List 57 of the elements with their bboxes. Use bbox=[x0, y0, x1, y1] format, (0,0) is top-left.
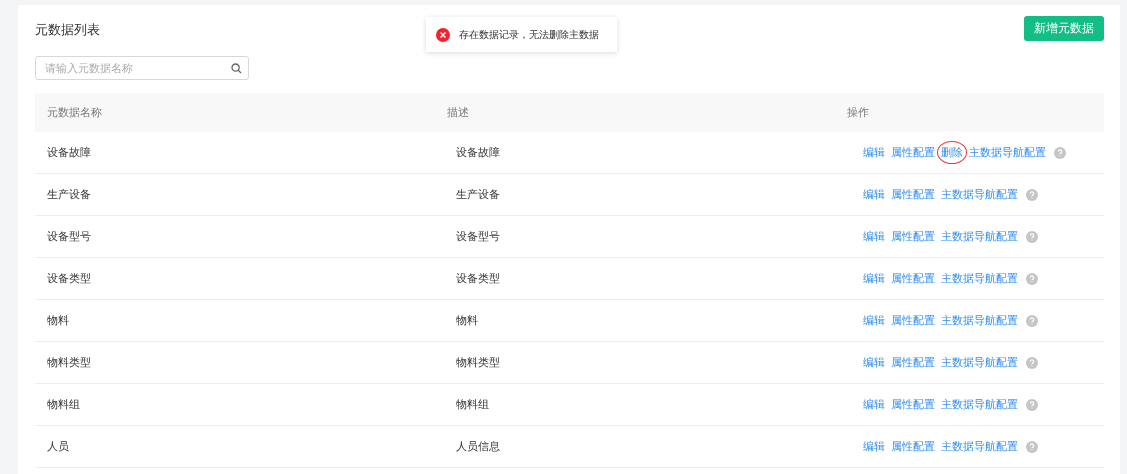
action-link[interactable]: 主数据导航配置 bbox=[941, 229, 1018, 244]
action-link[interactable]: 编辑 bbox=[863, 145, 885, 160]
action-link[interactable]: 编辑 bbox=[863, 229, 885, 244]
table-cell-text: 物料组 bbox=[46, 397, 81, 412]
action-link[interactable]: 属性配置 bbox=[891, 271, 935, 286]
table-cell-text: 设备故障 bbox=[455, 145, 501, 160]
action-link[interactable]: 主数据导航配置 bbox=[941, 187, 1018, 202]
action-link[interactable]: 编辑 bbox=[863, 439, 885, 454]
action-link[interactable]: 编辑 bbox=[863, 397, 885, 412]
table-cell-text: 生产设备 bbox=[46, 187, 92, 202]
action-link[interactable]: 属性配置 bbox=[891, 439, 935, 454]
search-icon[interactable] bbox=[231, 62, 242, 74]
action-link[interactable]: 编辑 bbox=[863, 355, 885, 370]
table-cell-text: 设备型号 bbox=[46, 229, 92, 244]
toast-message: 存在数据记录，无法删除主数据 bbox=[459, 27, 599, 42]
action-link[interactable]: 主数据导航配置 bbox=[941, 355, 1018, 370]
action-link[interactable]: 属性配置 bbox=[891, 145, 935, 160]
help-icon[interactable] bbox=[1054, 146, 1066, 159]
action-link[interactable]: 编辑 bbox=[863, 313, 885, 328]
table-cell-text: 人员信息 bbox=[455, 439, 501, 454]
table-cell-text: 物料组 bbox=[455, 397, 490, 412]
column-header: 元数据名称 bbox=[46, 105, 103, 120]
action-link[interactable]: 属性配置 bbox=[891, 355, 935, 370]
action-link[interactable]: 编辑 bbox=[863, 187, 885, 202]
help-icon[interactable] bbox=[1026, 230, 1038, 243]
action-link[interactable]: 编辑 bbox=[863, 271, 885, 286]
table-cell-text: 设备类型 bbox=[46, 271, 92, 286]
table-cell-text: 设备类型 bbox=[455, 271, 501, 286]
search-field[interactable]: 请输入元数据名称 bbox=[35, 56, 249, 80]
help-icon[interactable] bbox=[1026, 314, 1038, 327]
column-header: 操作 bbox=[846, 105, 869, 120]
action-link[interactable]: 属性配置 bbox=[891, 397, 935, 412]
help-icon[interactable] bbox=[1026, 440, 1038, 453]
action-link[interactable]: 主数据导航配置 bbox=[941, 439, 1018, 454]
add-button[interactable]: 新增元数据 bbox=[1024, 16, 1104, 41]
error-icon bbox=[436, 27, 450, 42]
table-cell-text: 人员 bbox=[46, 439, 70, 454]
help-icon[interactable] bbox=[1026, 356, 1038, 369]
action-link[interactable]: 主数据导航配置 bbox=[969, 145, 1046, 160]
table-cell-text: 物料类型 bbox=[455, 355, 501, 370]
action-link[interactable]: 属性配置 bbox=[891, 229, 935, 244]
action-link[interactable]: 属性配置 bbox=[891, 187, 935, 202]
page-title: 元数据列表 bbox=[35, 21, 100, 39]
table-cell-text: 生产设备 bbox=[455, 187, 501, 202]
table-cell-text: 物料类型 bbox=[46, 355, 92, 370]
action-link[interactable]: 主数据导航配置 bbox=[941, 397, 1018, 412]
table-cell-text: 设备型号 bbox=[455, 229, 501, 244]
column-header: 描述 bbox=[446, 105, 470, 120]
action-link[interactable]: 属性配置 bbox=[891, 313, 935, 328]
action-link[interactable]: 主数据导航配置 bbox=[941, 271, 1018, 286]
table-cell-text: 物料 bbox=[455, 313, 479, 328]
table-cell-text: 设备故障 bbox=[46, 145, 92, 160]
help-icon[interactable] bbox=[1026, 272, 1038, 285]
table-cell-text: 物料 bbox=[46, 313, 70, 328]
help-icon[interactable] bbox=[1026, 188, 1038, 201]
help-icon[interactable] bbox=[1026, 398, 1038, 411]
action-link[interactable]: 主数据导航配置 bbox=[941, 313, 1018, 328]
